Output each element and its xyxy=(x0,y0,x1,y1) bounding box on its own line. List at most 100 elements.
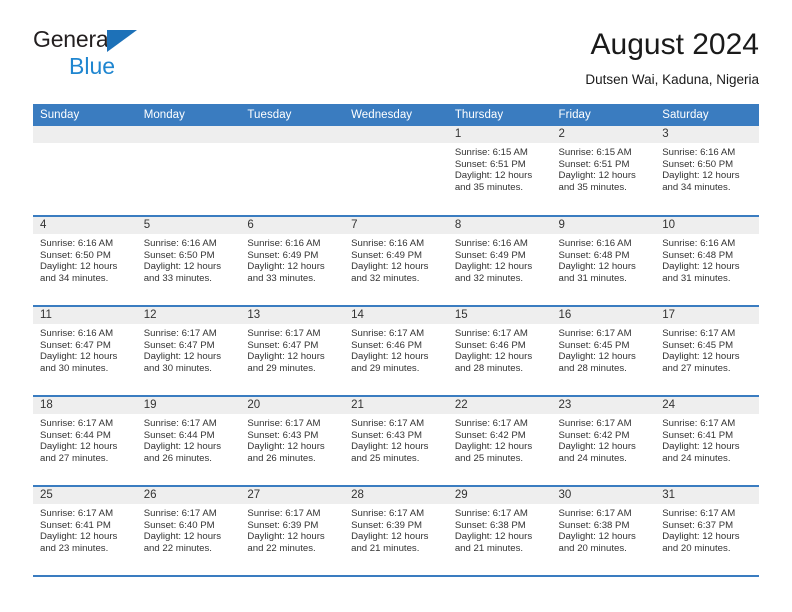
day-cell-details: Sunrise: 6:17 AM Sunset: 6:41 PM Daylight:… xyxy=(33,504,137,554)
sunrise-text: Sunrise: 6:16 AM xyxy=(662,147,736,158)
calendar-day-cell[interactable]: 3 Sunrise: 6:16 AM Sunset: 6:50 PM Daylight… xyxy=(655,126,759,217)
day-cell-details: Sunrise: 6:17 AM Sunset: 6:38 PM Daylight:… xyxy=(448,504,552,554)
day-number: 13 xyxy=(240,307,345,324)
calendar-day-cell[interactable]: 21 Sunrise: 6:17 AM Sunset: 6:43 PM Dayligh… xyxy=(344,396,448,487)
calendar-day-cell[interactable]: 29 Sunrise: 6:17 AM Sunset: 6:38 PM Dayligh… xyxy=(447,486,552,577)
day-cell-details: Sunrise: 6:17 AM Sunset: 6:41 PM Daylight:… xyxy=(655,414,759,464)
sunrise-text: Sunrise: 6:17 AM xyxy=(351,418,425,429)
daylight-text-line2: and 35 minutes. xyxy=(454,181,524,193)
daylight-text-line1: Daylight: 12 hours xyxy=(143,351,222,363)
day-cell-inner: 27 Sunrise: 6:17 AM Sunset: 6:39 PM Dayligh… xyxy=(240,487,345,575)
day-number: 14 xyxy=(344,307,448,324)
day-number: 1 xyxy=(447,126,552,143)
calendar-day-cell[interactable]: 6 Sunrise: 6:16 AM Sunset: 6:49 PM Daylight… xyxy=(240,216,345,307)
day-cell-inner: 10 Sunrise: 6:16 AM Sunset: 6:48 PM Dayligh… xyxy=(655,217,759,305)
calendar-day-cell[interactable]: 19 Sunrise: 6:17 AM Sunset: 6:44 PM Dayligh… xyxy=(136,396,241,487)
sunset-text: Sunset: 6:45 PM xyxy=(558,339,630,351)
daylight-text-line2: and 24 minutes. xyxy=(662,452,731,464)
weekday-header-monday: Monday xyxy=(136,104,241,126)
calendar-day-cell[interactable]: 2 Sunrise: 6:15 AM Sunset: 6:51 PM Daylight… xyxy=(551,126,656,217)
calendar-week-row: 1 Sunrise: 6:15 AM Sunset: 6:51 PM Daylight… xyxy=(33,126,759,217)
weekday-header-thursday: Thursday xyxy=(447,104,552,126)
sunset-text: Sunset: 6:47 PM xyxy=(143,339,215,351)
daylight-text-line1: Daylight: 12 hours xyxy=(351,441,429,453)
sunrise-text: Sunrise: 6:17 AM xyxy=(662,418,736,429)
page-title: August 2024 xyxy=(590,28,759,61)
calendar-day-cell[interactable]: 26 Sunrise: 6:17 AM Sunset: 6:40 PM Dayligh… xyxy=(136,486,241,577)
sunrise-text: Sunrise: 6:17 AM xyxy=(247,508,321,519)
weekday-header-wednesday: Wednesday xyxy=(344,104,448,126)
calendar-day-cell[interactable]: 25 Sunrise: 6:17 AM Sunset: 6:41 PM Dayligh… xyxy=(33,486,137,577)
day-cell-inner: 3 Sunrise: 6:16 AM Sunset: 6:50 PM Daylight… xyxy=(655,126,759,214)
calendar-day-cell[interactable]: 20 Sunrise: 6:17 AM Sunset: 6:43 PM Dayligh… xyxy=(240,396,345,487)
day-number xyxy=(344,126,448,143)
daylight-text-line2: and 30 minutes. xyxy=(40,362,109,374)
weekday-header-friday: Friday xyxy=(551,104,656,126)
day-cell-inner: 29 Sunrise: 6:17 AM Sunset: 6:38 PM Dayligh… xyxy=(447,487,552,575)
day-number: 17 xyxy=(655,307,759,324)
daylight-text-line1: Daylight: 12 hours xyxy=(247,261,325,273)
calendar-day-cell-empty xyxy=(33,126,137,217)
day-cell-inner: 12 Sunrise: 6:17 AM Sunset: 6:47 PM Dayligh… xyxy=(136,307,241,395)
calendar-day-cell[interactable]: 24 Sunrise: 6:17 AM Sunset: 6:41 PM Dayligh… xyxy=(655,396,759,487)
day-number: 31 xyxy=(655,487,759,504)
general-blue-logo[interactable]: General Blue xyxy=(33,28,333,88)
calendar-day-cell[interactable]: 4 Sunrise: 6:16 AM Sunset: 6:50 PM Daylight… xyxy=(33,216,137,307)
calendar-day-cell[interactable]: 12 Sunrise: 6:17 AM Sunset: 6:47 PM Dayligh… xyxy=(136,306,241,397)
day-cell-details: Sunrise: 6:17 AM Sunset: 6:45 PM Daylight:… xyxy=(552,324,656,374)
sunset-text: Sunset: 6:41 PM xyxy=(40,519,111,531)
daylight-text-line1: Daylight: 12 hours xyxy=(454,170,533,182)
calendar-day-cell[interactable]: 27 Sunrise: 6:17 AM Sunset: 6:39 PM Dayligh… xyxy=(240,486,345,577)
calendar-day-cell[interactable]: 22 Sunrise: 6:17 AM Sunset: 6:42 PM Dayligh… xyxy=(447,396,552,487)
day-number: 25 xyxy=(33,487,137,504)
daylight-text-line2: and 34 minutes. xyxy=(662,181,731,193)
sunset-text: Sunset: 6:48 PM xyxy=(558,249,630,261)
calendar-header-row: Sunday Monday Tuesday Wednesday Thursday… xyxy=(33,104,759,126)
sunset-text: Sunset: 6:37 PM xyxy=(662,519,734,531)
day-cell-inner: 28 Sunrise: 6:17 AM Sunset: 6:39 PM Dayligh… xyxy=(344,487,448,575)
calendar-day-cell[interactable]: 23 Sunrise: 6:17 AM Sunset: 6:42 PM Dayligh… xyxy=(551,396,656,487)
calendar-week-row: 11 Sunrise: 6:16 AM Sunset: 6:47 PM Dayligh… xyxy=(33,306,759,397)
day-number: 10 xyxy=(655,217,759,234)
calendar-day-cell[interactable]: 28 Sunrise: 6:17 AM Sunset: 6:39 PM Dayligh… xyxy=(344,486,448,577)
day-cell-inner: 30 Sunrise: 6:17 AM Sunset: 6:38 PM Dayligh… xyxy=(551,487,656,575)
daylight-text-line2: and 20 minutes. xyxy=(662,542,731,554)
day-cell-details: Sunrise: 6:17 AM Sunset: 6:44 PM Daylight:… xyxy=(137,414,241,464)
daylight-text-line2: and 31 minutes. xyxy=(662,272,731,284)
sunrise-text: Sunrise: 6:17 AM xyxy=(40,508,114,519)
day-cell-details: Sunrise: 6:15 AM Sunset: 6:51 PM Daylight:… xyxy=(552,143,656,193)
calendar-day-cell[interactable]: 13 Sunrise: 6:17 AM Sunset: 6:47 PM Dayligh… xyxy=(240,306,345,397)
day-cell-inner: 9 Sunrise: 6:16 AM Sunset: 6:48 PM Daylight… xyxy=(551,217,656,305)
daylight-text-line2: and 22 minutes. xyxy=(143,542,212,554)
daylight-text-line1: Daylight: 12 hours xyxy=(662,531,740,543)
day-cell-details: Sunrise: 6:16 AM Sunset: 6:48 PM Daylight:… xyxy=(552,234,656,284)
calendar-day-cell[interactable]: 16 Sunrise: 6:17 AM Sunset: 6:45 PM Dayligh… xyxy=(551,306,656,397)
day-cell-details: Sunrise: 6:16 AM Sunset: 6:49 PM Daylight:… xyxy=(448,234,552,284)
sunrise-text: Sunrise: 6:17 AM xyxy=(662,508,736,519)
sunset-text: Sunset: 6:45 PM xyxy=(662,339,734,351)
calendar-day-cell[interactable]: 31 Sunrise: 6:17 AM Sunset: 6:37 PM Dayligh… xyxy=(655,486,759,577)
calendar-day-cell[interactable]: 9 Sunrise: 6:16 AM Sunset: 6:48 PM Daylight… xyxy=(551,216,656,307)
weekday-header-saturday: Saturday xyxy=(655,104,759,126)
calendar-day-cell[interactable]: 15 Sunrise: 6:17 AM Sunset: 6:46 PM Dayligh… xyxy=(447,306,552,397)
calendar-day-cell[interactable]: 30 Sunrise: 6:17 AM Sunset: 6:38 PM Dayligh… xyxy=(551,486,656,577)
calendar-day-cell[interactable]: 18 Sunrise: 6:17 AM Sunset: 6:44 PM Dayligh… xyxy=(33,396,137,487)
calendar-day-cell[interactable]: 1 Sunrise: 6:15 AM Sunset: 6:51 PM Daylight… xyxy=(447,126,552,217)
sunrise-text: Sunrise: 6:17 AM xyxy=(662,328,736,339)
day-cell-inner: 21 Sunrise: 6:17 AM Sunset: 6:43 PM Dayligh… xyxy=(344,397,448,485)
calendar-day-cell[interactable]: 8 Sunrise: 6:16 AM Sunset: 6:49 PM Daylight… xyxy=(447,216,552,307)
day-cell-inner: 26 Sunrise: 6:17 AM Sunset: 6:40 PM Dayligh… xyxy=(136,487,241,575)
calendar-day-cell[interactable]: 17 Sunrise: 6:17 AM Sunset: 6:45 PM Dayligh… xyxy=(655,306,759,397)
day-cell-details: Sunrise: 6:17 AM Sunset: 6:40 PM Daylight:… xyxy=(137,504,241,554)
daylight-text-line1: Daylight: 12 hours xyxy=(351,351,429,363)
calendar-day-cell[interactable]: 14 Sunrise: 6:17 AM Sunset: 6:46 PM Dayligh… xyxy=(344,306,448,397)
day-number: 19 xyxy=(136,397,241,414)
calendar-day-cell[interactable]: 5 Sunrise: 6:16 AM Sunset: 6:50 PM Daylight… xyxy=(136,216,241,307)
daylight-text-line1: Daylight: 12 hours xyxy=(558,531,636,543)
calendar-day-cell[interactable]: 10 Sunrise: 6:16 AM Sunset: 6:48 PM Dayligh… xyxy=(655,216,759,307)
location-subtitle: Dutsen Wai, Kaduna, Nigeria xyxy=(585,72,759,87)
calendar-day-cell[interactable]: 11 Sunrise: 6:16 AM Sunset: 6:47 PM Dayligh… xyxy=(33,306,137,397)
sunset-text: Sunset: 6:41 PM xyxy=(662,429,734,441)
calendar-day-cell[interactable]: 7 Sunrise: 6:16 AM Sunset: 6:49 PM Daylight… xyxy=(344,216,448,307)
sunset-text: Sunset: 6:47 PM xyxy=(247,339,319,351)
